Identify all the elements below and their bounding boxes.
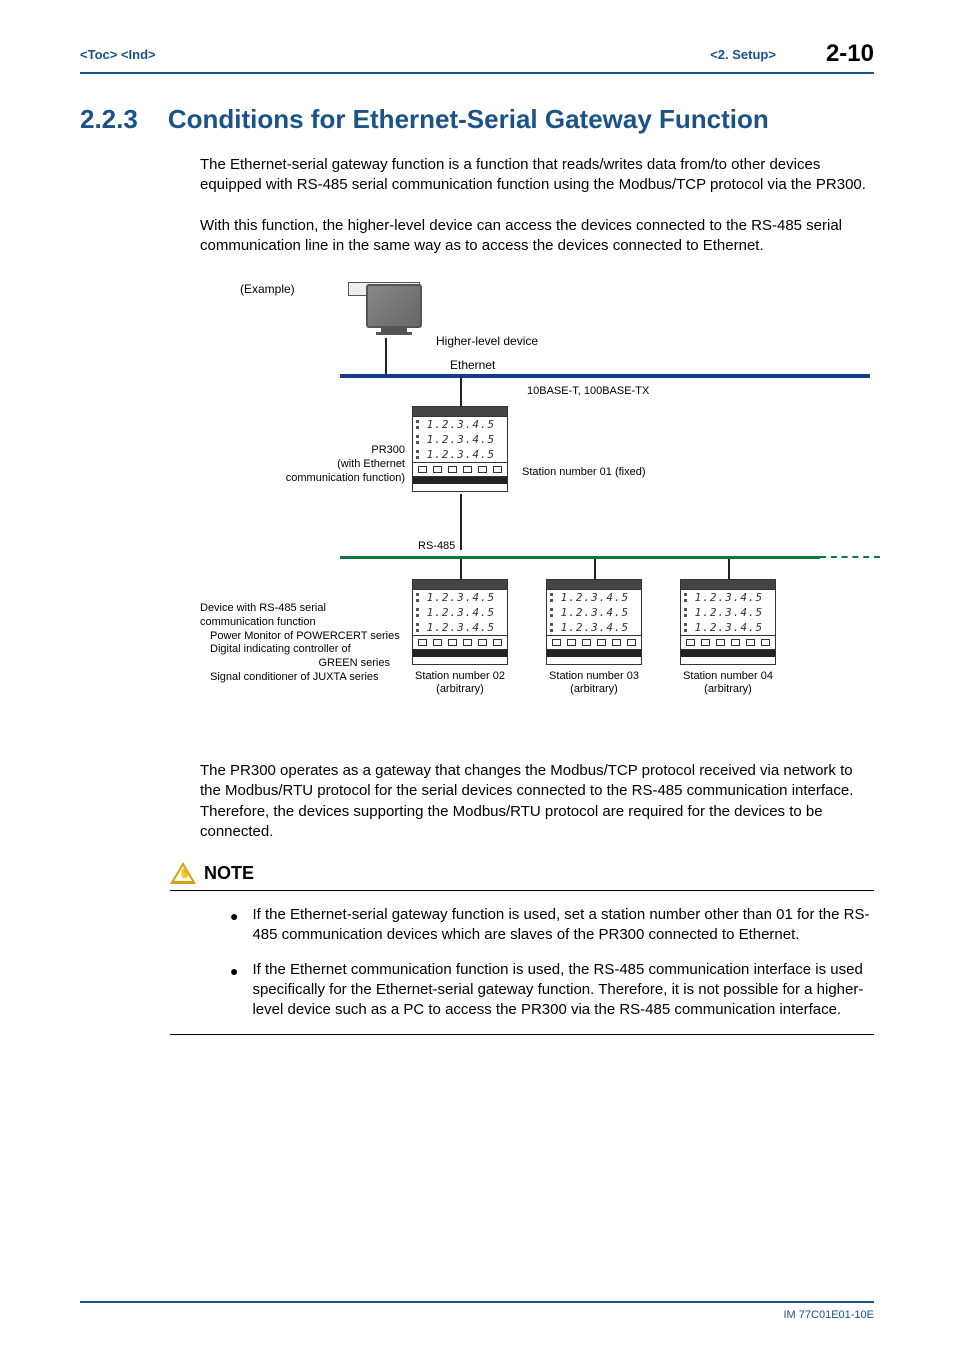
section-title: Conditions for Ethernet-Serial Gateway F…	[168, 104, 769, 135]
note-item-2: ● If the Ethernet communication function…	[230, 960, 874, 1021]
page-footer: IM 77C01E01-10E	[80, 1301, 874, 1321]
station03-caption: Station number 03(arbitrary)	[546, 670, 642, 696]
section-number: 2.2.3	[80, 104, 138, 135]
note-section: ✋ NOTE ● If the Ethernet-serial gateway …	[170, 862, 874, 1035]
header-left: <Toc> <Ind>	[80, 47, 156, 62]
note-title: NOTE	[204, 863, 254, 884]
bullet-icon: ●	[230, 907, 238, 946]
device-station-02: 1.2.3.4.5 1.2.3.4.5 1.2.3.4.5	[412, 579, 508, 665]
station04-caption: Station number 04(arbitrary)	[680, 670, 776, 696]
rs485-bus-dashed	[820, 556, 880, 558]
toc-link[interactable]: <Toc>	[80, 47, 117, 62]
warning-icon: ✋	[170, 862, 196, 884]
header-section-link[interactable]: <2. Setup>	[710, 47, 776, 62]
bullet-icon: ●	[230, 962, 238, 1021]
device-station-03: 1.2.3.4.5 1.2.3.4.5 1.2.3.4.5	[546, 579, 642, 665]
ethernet-bus	[340, 374, 870, 378]
note-item-1-text: If the Ethernet-serial gateway function …	[252, 905, 874, 946]
network-diagram: (Example) Higher-level device Ethernet 1…	[200, 276, 874, 736]
device-station-04: 1.2.3.4.5 1.2.3.4.5 1.2.3.4.5	[680, 579, 776, 665]
page-number: 2-10	[826, 40, 874, 68]
document-id: IM 77C01E01-10E	[784, 1309, 875, 1321]
higher-level-label: Higher-level device	[436, 334, 538, 348]
page-header: <Toc> <Ind> <2. Setup> 2-10	[80, 40, 874, 74]
body-paragraph-1: The Ethernet-serial gateway function is …	[200, 155, 874, 196]
note-item-1: ● If the Ethernet-serial gateway functio…	[230, 905, 874, 946]
station01-label: Station number 01 (fixed)	[522, 466, 646, 478]
body-paragraph-3: The PR300 operates as a gateway that cha…	[200, 761, 874, 842]
ethernet-label: Ethernet	[450, 358, 495, 372]
device-list-caption: Device with RS-485 serial communication …	[200, 602, 405, 685]
example-label: (Example)	[240, 282, 295, 296]
note-item-2-text: If the Ethernet communication function i…	[252, 960, 874, 1021]
pr300-caption: PR300 (with Ethernet communication funct…	[210, 444, 405, 485]
station02-caption: Station number 02(arbitrary)	[412, 670, 508, 696]
pr300-device: 1.2.3.4.5 1.2.3.4.5 1.2.3.4.5	[412, 406, 508, 492]
rs485-label: RS-485	[418, 540, 455, 552]
monitor-shape	[366, 284, 422, 335]
ind-link[interactable]: <Ind>	[121, 47, 156, 62]
rs485-bus	[340, 556, 820, 559]
body-paragraph-2: With this function, the higher-level dev…	[200, 216, 874, 257]
base-tx-label: 10BASE-T, 100BASE-TX	[527, 385, 649, 397]
